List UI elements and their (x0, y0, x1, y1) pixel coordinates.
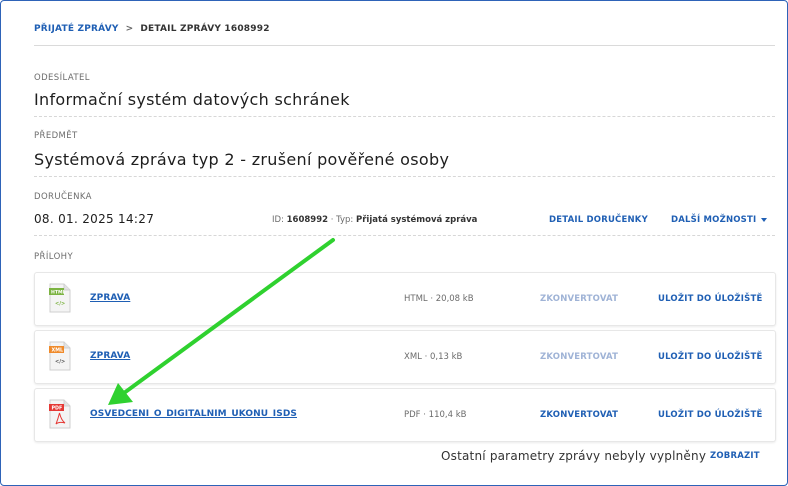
show-parameters-button[interactable]: ZOBRAZIT (710, 451, 760, 461)
footer-text: Ostatní parametry zprávy nebyly vyplněny (441, 449, 707, 463)
annotation-arrow-icon (108, 238, 335, 405)
